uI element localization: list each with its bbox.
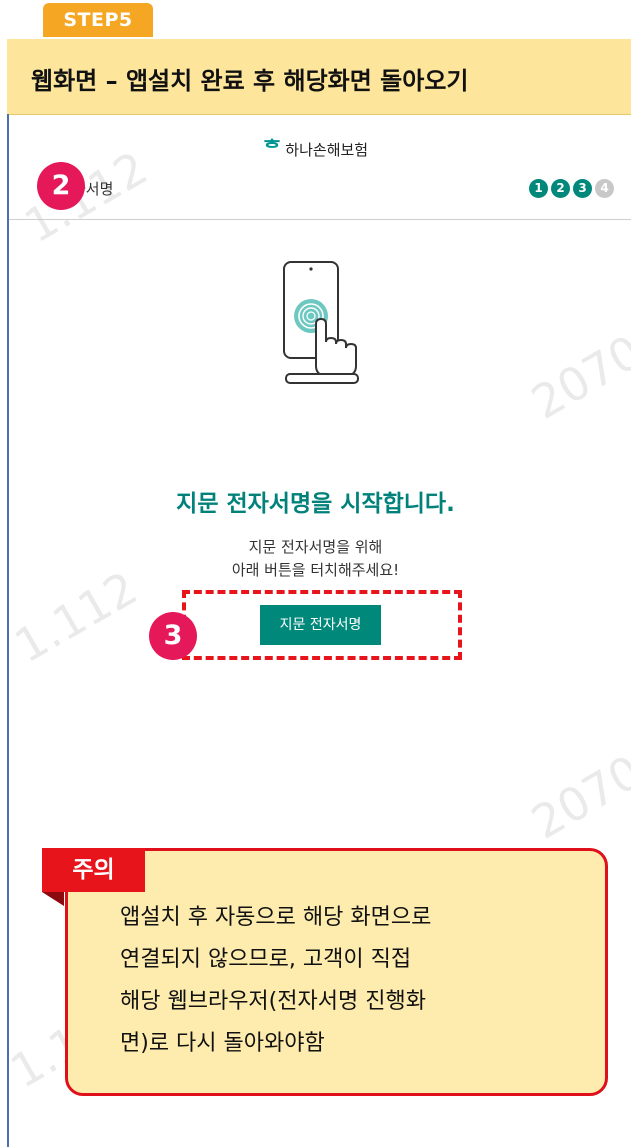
notice-tag: 주의 [42,848,145,892]
header-divider [9,219,631,220]
step-dot: 1 [529,179,548,198]
watermark: 2070 [522,744,631,850]
step-dot: 3 [573,179,592,198]
notice-line: 면)로 다시 돌아와야함 [120,1031,325,1056]
notice-line: 연결되지 않으므로, 고객이 직접 [120,947,412,972]
page-title: 웹화면 – 앱설치 완료 후 해당화면 돌아오기 [31,67,469,95]
logo-mark-icon: ᄒ [262,136,282,160]
callout-badge-2: 2 [37,162,85,210]
step-tab: STEP5 [43,3,153,37]
notice-tag-fold [42,892,64,906]
step-dot: 4 [595,179,614,198]
title-bar: 웹화면 – 앱설치 완료 후 해당화면 돌아오기 [7,39,631,115]
watermark: 2070 [522,324,631,430]
description-line: 지문 전자서명을 위해 [248,538,383,556]
brand-logo: ᄒ 하나손해보험 [0,132,631,161]
fingerprint-phone-icon [283,261,359,384]
notice-line: 해당 웹브라우저(전자서명 진행화 [120,989,426,1014]
notice-line: 앱설치 후 자동으로 해당 화면으로 [120,905,432,930]
logo-text: 하나손해보험 [285,141,369,159]
step-dot: 2 [551,179,570,198]
sign-description: 지문 전자서명을 위해 아래 버튼을 터치해주세요! [0,536,631,582]
fingerprint-sign-button[interactable]: 지문 전자서명 [260,605,381,645]
description-line: 아래 버튼을 터치해주세요! [231,561,400,579]
notice-text: 앱설치 후 자동으로 해당 화면으로 연결되지 않으므로, 고객이 직접 해당 … [120,897,560,1065]
callout-badge-3: 3 [149,612,197,660]
step-indicator: 1 2 3 4 [529,179,614,198]
sign-heading: 지문 전자서명을 시작합니다. [176,491,455,517]
